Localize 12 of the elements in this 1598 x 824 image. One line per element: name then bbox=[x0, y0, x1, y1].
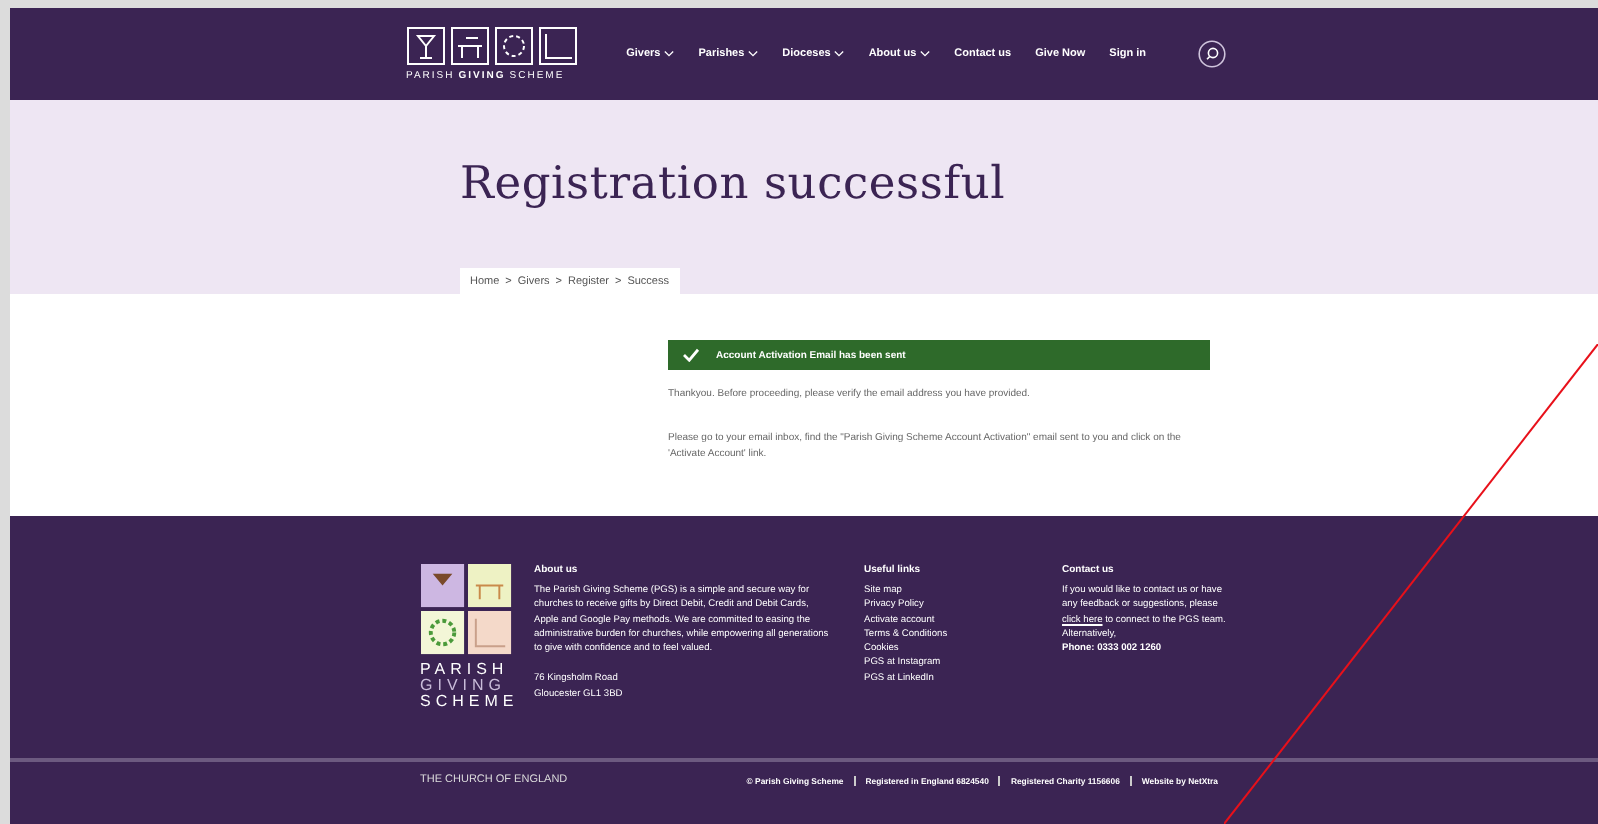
caret-icon bbox=[834, 50, 845, 58]
logo-text: SCHEME bbox=[420, 694, 516, 710]
search-icon[interactable] bbox=[1198, 40, 1226, 68]
caret-icon bbox=[664, 50, 675, 58]
logo-icon[interactable] bbox=[420, 564, 516, 658]
logo-text: PARISH bbox=[420, 662, 511, 678]
logo-icon[interactable] bbox=[406, 26, 582, 66]
caret-icon bbox=[748, 50, 759, 58]
check-icon bbox=[682, 348, 700, 362]
caret-icon bbox=[920, 50, 931, 58]
logo-text: GIVING bbox=[420, 678, 509, 694]
page-title: Registration successful bbox=[460, 158, 1008, 210]
